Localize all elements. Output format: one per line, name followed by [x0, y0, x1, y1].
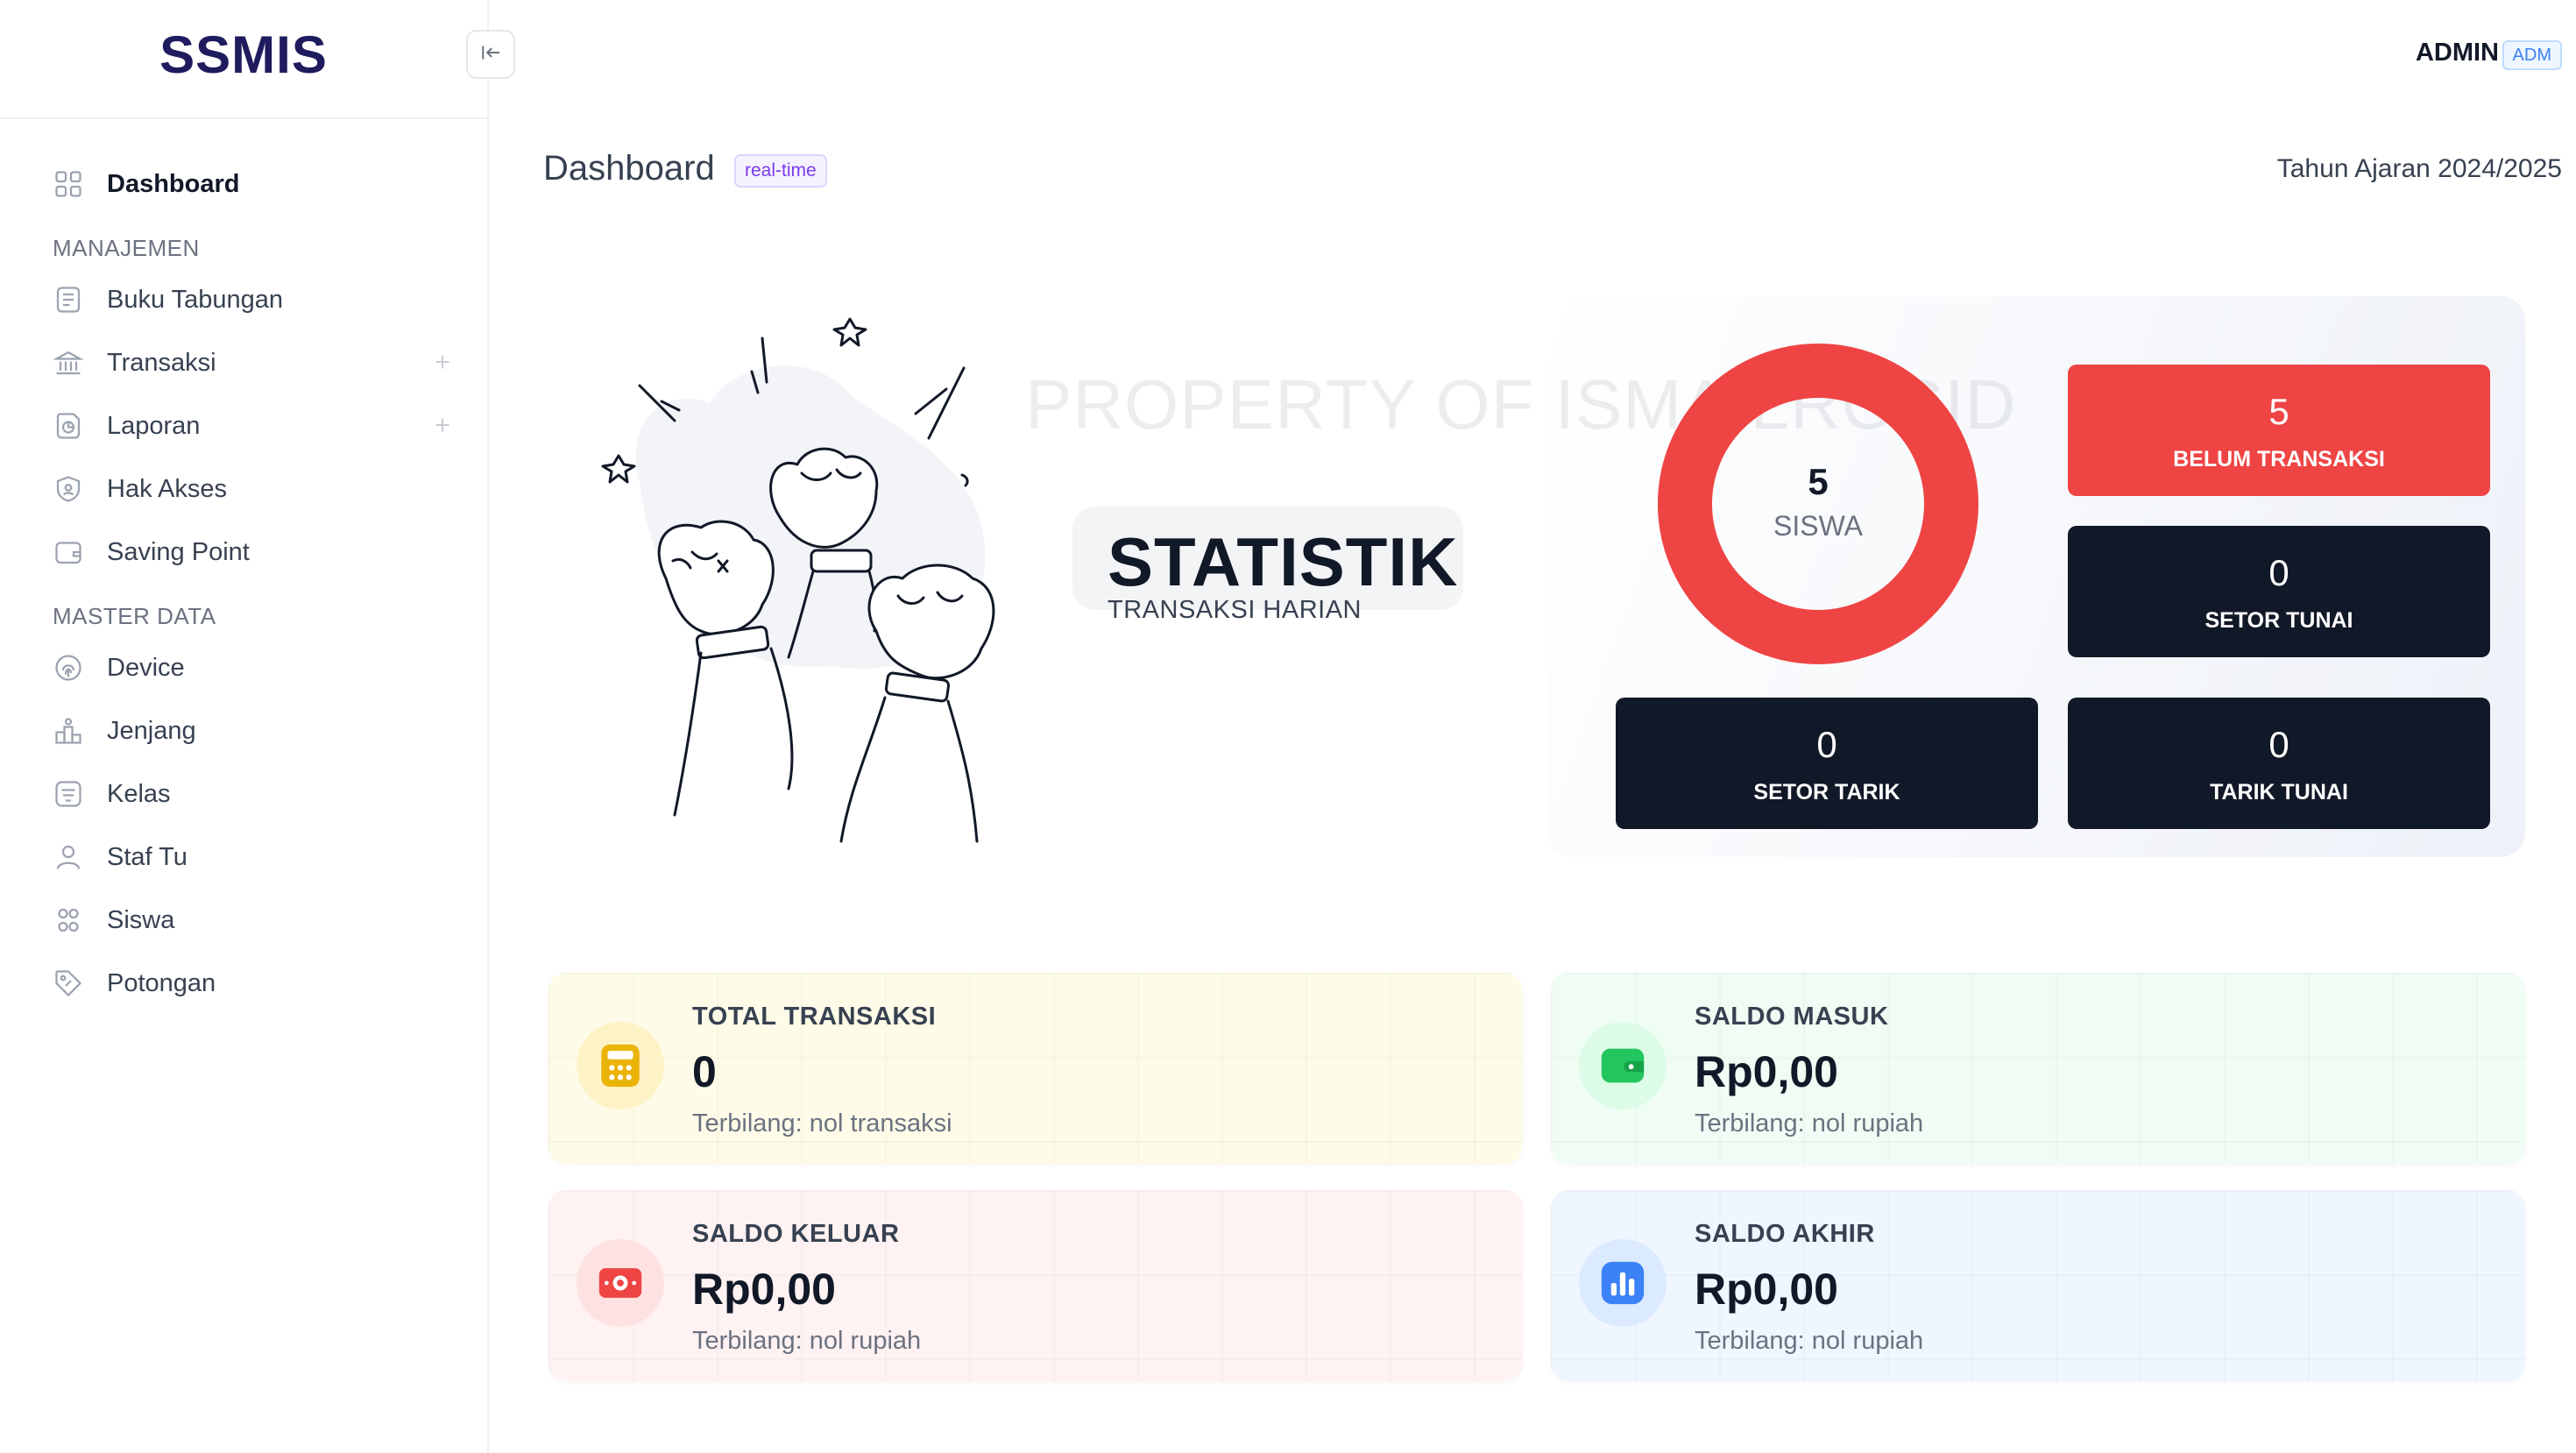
- card-value: Rp0,00: [692, 1265, 836, 1314]
- expand-plus-icon[interactable]: [429, 349, 456, 375]
- collapse-sidebar-button[interactable]: [466, 30, 515, 79]
- expand-plus-icon[interactable]: [429, 412, 456, 438]
- setor-tarik-label: SETOR TARIK: [1753, 780, 1900, 804]
- sidebar-item-label: Dashboard: [107, 169, 240, 198]
- raised-fists-illustration: [587, 298, 1008, 850]
- sidebar-item-label: Staf Tu: [107, 842, 188, 871]
- setor-tunai-box[interactable]: 0 SETOR TUNAI: [2068, 526, 2490, 657]
- card-title: TOTAL TRANSAKSI: [692, 1003, 937, 1031]
- list-icon: [53, 778, 84, 810]
- sidebar-item-staf-tu[interactable]: Staf Tu: [53, 829, 456, 885]
- tarik-tunai-box[interactable]: 0 TARIK TUNAI: [2068, 698, 2490, 829]
- section-label-manajemen: MANAJEMEN: [53, 235, 200, 261]
- grid-icon: [53, 168, 84, 200]
- sidebar-item-buku-tabungan[interactable]: Buku Tabungan: [53, 272, 456, 328]
- setor-tunai-value: 0: [2268, 552, 2289, 593]
- card-subtitle: Terbilang: nol transaksi: [692, 1109, 952, 1138]
- realtime-badge: real-time: [734, 154, 827, 188]
- sidebar-item-device[interactable]: Device: [53, 640, 456, 696]
- card-title: SALDO AKHIR: [1695, 1220, 1875, 1248]
- sidebar-item-siswa[interactable]: Siswa: [53, 892, 456, 948]
- money-icon: [577, 1239, 664, 1327]
- siswa-donut-chart: [1658, 344, 1978, 664]
- card-saldo-masuk: SALDO MASUK Rp0,00 Terbilang: nol rupiah: [1551, 973, 2525, 1164]
- card-subtitle: Terbilang: nol rupiah: [1695, 1327, 1924, 1355]
- card-saldo-keluar: SALDO KELUAR Rp0,00 Terbilang: nol rupia…: [548, 1190, 1523, 1381]
- sidebar-item-kelas[interactable]: Kelas: [53, 766, 456, 822]
- report-icon: [53, 410, 84, 442]
- podium-icon: [53, 715, 84, 747]
- card-total-transaksi: TOTAL TRANSAKSI 0 Terbilang: nol transak…: [548, 973, 1523, 1164]
- donut-value: 5: [1808, 461, 1829, 502]
- sidebar-item-laporan[interactable]: Laporan: [53, 398, 456, 454]
- wallet-icon: [53, 536, 84, 568]
- sidebar-item-hak-akses[interactable]: Hak Akses: [53, 461, 456, 517]
- card-title: SALDO MASUK: [1695, 1003, 1889, 1031]
- calculator-icon: [577, 1022, 664, 1109]
- section-label-master-data: MASTER DATA: [53, 603, 216, 629]
- user-name[interactable]: ADMIN: [2416, 39, 2499, 67]
- statistik-subtitle: TRANSAKSI HARIAN: [1108, 596, 1362, 624]
- sidebar-item-potongan[interactable]: Potongan: [53, 955, 456, 1011]
- setor-tunai-label: SETOR TUNAI: [2204, 608, 2353, 633]
- setor-tarik-value: 0: [1816, 724, 1837, 765]
- collapse-left-icon: [478, 39, 504, 70]
- fingerprint-icon: [53, 652, 84, 684]
- user-icon: [53, 841, 84, 873]
- setor-tarik-box[interactable]: 0 SETOR TARIK: [1616, 698, 2038, 829]
- role-badge: ADM: [2502, 40, 2562, 70]
- card-title: SALDO KELUAR: [692, 1220, 900, 1248]
- sidebar-item-label: Siswa: [107, 905, 175, 934]
- users-icon: [53, 904, 84, 936]
- donut-ring: [1658, 344, 1978, 664]
- card-value: Rp0,00: [1695, 1265, 1838, 1314]
- bank-icon: [53, 347, 84, 379]
- tag-icon: [53, 967, 84, 999]
- sidebar: SSMIS Dashboard MANAJEMEN Buku Tabungan …: [0, 0, 489, 1453]
- app-logo[interactable]: SSMIS: [0, 25, 487, 85]
- sidebar-item-label: Saving Point: [107, 537, 250, 566]
- wallet-icon: [1579, 1022, 1667, 1109]
- statistik-title: STATISTIK: [1108, 523, 1459, 600]
- card-value: 0: [692, 1047, 717, 1096]
- sidebar-item-label: Jenjang: [107, 716, 196, 745]
- sidebar-item-label: Laporan: [107, 411, 201, 440]
- sidebar-item-label: Kelas: [107, 779, 171, 808]
- notebook-icon: [53, 284, 84, 315]
- sidebar-item-dashboard[interactable]: Dashboard: [53, 156, 456, 212]
- card-subtitle: Terbilang: nol rupiah: [1695, 1109, 1924, 1138]
- sidebar-item-saving-point[interactable]: Saving Point: [53, 524, 456, 580]
- tarik-tunai-label: TARIK TUNAI: [2210, 780, 2348, 804]
- sidebar-item-label: Buku Tabungan: [107, 285, 284, 314]
- belum-transaksi-label: BELUM TRANSAKSI: [2173, 447, 2385, 471]
- donut-label: SISWA: [1773, 510, 1863, 542]
- belum-transaksi-value: 5: [2268, 391, 2289, 432]
- sidebar-item-label: Hak Akses: [107, 474, 227, 503]
- card-subtitle: Terbilang: nol rupiah: [692, 1327, 922, 1355]
- card-saldo-akhir: SALDO AKHIR Rp0,00 Terbilang: nol rupiah: [1551, 1190, 2525, 1381]
- page-title: Dashboard: [543, 149, 715, 188]
- academic-year: Tahun Ajaran 2024/2025: [2276, 154, 2562, 183]
- sidebar-item-label: Device: [107, 653, 185, 682]
- tarik-tunai-value: 0: [2268, 724, 2289, 765]
- shield-icon: [53, 473, 84, 505]
- brand-bar: SSMIS: [0, 0, 487, 119]
- sidebar-item-transaksi[interactable]: Transaksi: [53, 335, 456, 391]
- belum-transaksi-box[interactable]: 5 BELUM TRANSAKSI: [2068, 365, 2490, 496]
- bar-chart-icon: [1579, 1239, 1667, 1327]
- card-value: Rp0,00: [1695, 1047, 1838, 1096]
- sidebar-item-label: Transaksi: [107, 348, 216, 377]
- sidebar-item-label: Potongan: [107, 968, 216, 997]
- sidebar-item-jenjang[interactable]: Jenjang: [53, 703, 456, 759]
